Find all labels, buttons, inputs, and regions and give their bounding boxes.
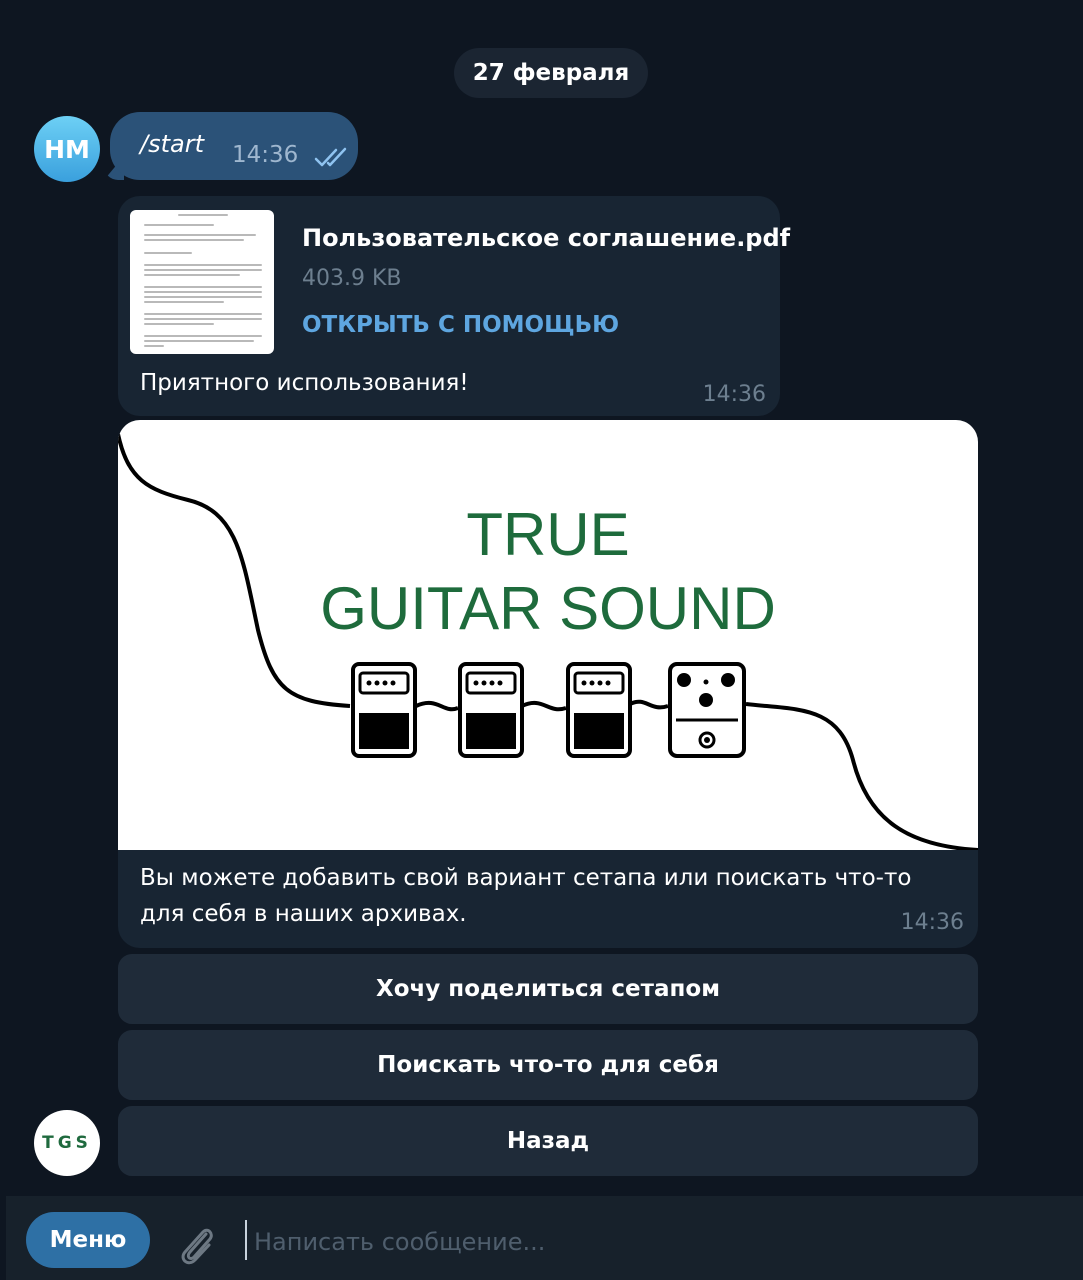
paperclip-icon[interactable] (176, 1222, 216, 1266)
search-setup-button[interactable]: Поискать что-то для себя (118, 1030, 978, 1100)
user-avatar[interactable]: НМ (34, 116, 100, 182)
double-check-icon (314, 147, 347, 167)
banner-image[interactable]: TRUE GUITAR SOUND (118, 420, 978, 850)
bot-avatar[interactable]: TGS (34, 1110, 100, 1176)
pedal-icon (351, 662, 417, 758)
document-message[interactable]: Пользовательское соглашение.pdf 403.9 KB… (118, 196, 790, 416)
banner-title-line2: GUITAR SOUND (320, 575, 776, 642)
outgoing-message-text: /start (140, 130, 204, 158)
back-button[interactable]: Назад (118, 1106, 978, 1176)
image-message[interactable]: TRUE GUITAR SOUND Вы можете добавить сво… (118, 420, 978, 948)
document-caption: Приятного использования! (140, 370, 469, 396)
share-setup-button[interactable]: Хочу поделиться сетапом (118, 954, 978, 1024)
document-file-name[interactable]: Пользовательское соглашение.pdf (302, 224, 790, 252)
outgoing-message[interactable]: /start 14:36 (110, 112, 358, 180)
message-input[interactable] (252, 1216, 1056, 1268)
message-composer: Меню (6, 1196, 1083, 1280)
document-file-size: 403.9 KB (302, 266, 402, 291)
text-caret (245, 1220, 247, 1260)
image-message-time: 14:36 (900, 910, 964, 935)
pdf-thumbnail[interactable] (130, 210, 274, 354)
menu-button[interactable]: Меню (26, 1212, 150, 1268)
pedal-icon (566, 662, 632, 758)
pedal-icon (458, 662, 524, 758)
banner-title-line1: TRUE (466, 501, 630, 568)
date-divider: 27 февраля (454, 48, 648, 98)
pedal-icon (668, 662, 746, 758)
open-with-link[interactable]: ОТКРЫТЬ С ПОМОЩЬЮ (302, 312, 619, 338)
outgoing-message-time: 14:36 (232, 142, 299, 168)
chat-window: 27 февраля НМ /start 14:36 Пользовательс… (6, 6, 1083, 1280)
image-caption: Вы можете добавить свой вариант сетапа и… (140, 865, 912, 927)
document-message-time: 14:36 (702, 382, 766, 407)
